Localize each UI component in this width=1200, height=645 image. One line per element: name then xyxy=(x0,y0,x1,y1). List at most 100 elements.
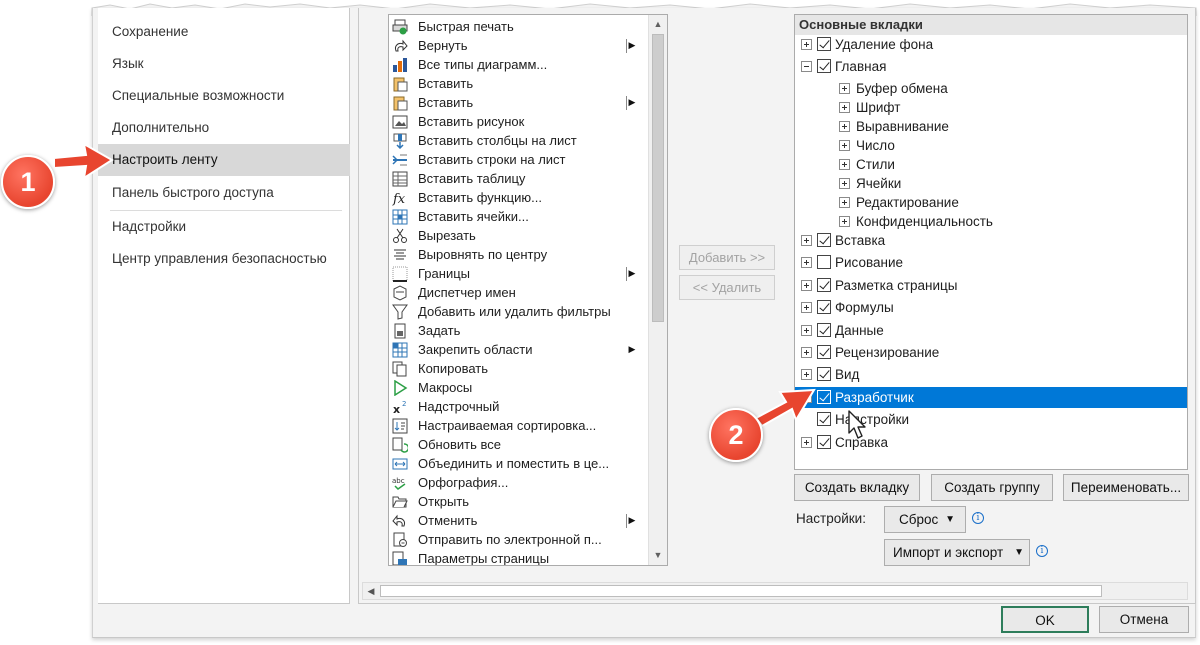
remove-button[interactable]: << Удалить xyxy=(679,275,775,300)
ribbon-tab-node[interactable]: Удаление фона xyxy=(795,34,1187,55)
command-list-item[interactable]: Выровнять по центру xyxy=(389,245,651,264)
sidebar-item-save[interactable]: Сохранение xyxy=(98,16,350,48)
command-list-item[interactable]: x 2 Надстрочный xyxy=(389,397,651,416)
ribbon-tab-node[interactable]: Главная xyxy=(795,56,1187,77)
tab-checkbox[interactable] xyxy=(817,389,831,404)
expand-icon[interactable] xyxy=(839,102,850,113)
expand-icon[interactable] xyxy=(839,197,850,208)
sidebar-item-language[interactable]: Язык xyxy=(98,48,350,80)
new-tab-button[interactable]: Создать вкладку xyxy=(794,474,920,501)
tab-checkbox[interactable] xyxy=(817,59,831,73)
command-list-item[interactable]: Открыть xyxy=(389,492,651,511)
ribbon-group-node[interactable]: Число xyxy=(795,135,1187,156)
command-list-item[interactable]: Добавить или удалить фильтры xyxy=(389,302,651,321)
expand-icon[interactable] xyxy=(839,178,850,189)
sidebar-item-accessibility[interactable]: Специальные возможности xyxy=(98,80,350,112)
command-list-item[interactable]: Диспетчер имен xyxy=(389,283,651,302)
command-list-item[interactable]: Настраиваемая сортировка... xyxy=(389,416,651,435)
tab-checkbox[interactable] xyxy=(817,277,831,292)
command-list-item[interactable]: fx Вставить функцию... xyxy=(389,188,651,207)
expand-icon[interactable] xyxy=(801,369,812,381)
expand-icon[interactable] xyxy=(801,324,812,336)
command-list-item[interactable]: Границы ▶ xyxy=(389,264,651,283)
command-list-item[interactable]: Все типы диаграмм... xyxy=(389,55,651,74)
tab-checkbox[interactable] xyxy=(817,345,831,359)
ribbon-tab-node[interactable]: Разработчик xyxy=(795,386,1187,408)
ribbon-group-node[interactable]: Конфиденциальность xyxy=(795,211,1187,232)
info-icon[interactable]: i xyxy=(1036,545,1048,557)
scrollbar-thumb[interactable] xyxy=(380,585,1102,597)
tab-checkbox[interactable] xyxy=(817,300,831,315)
tab-checkbox[interactable] xyxy=(817,233,831,247)
expand-icon[interactable] xyxy=(839,140,850,151)
scroll-left-arrow-icon[interactable]: ◀ xyxy=(363,583,379,599)
scroll-down-arrow-icon[interactable]: ▼ xyxy=(649,546,667,564)
tab-checkbox[interactable] xyxy=(817,434,831,449)
command-list-item[interactable]: Вставить строки на лист xyxy=(389,150,651,169)
tab-checkbox[interactable] xyxy=(817,255,831,270)
ribbon-group-node[interactable]: Буфер обмена xyxy=(795,78,1187,99)
new-group-button[interactable]: Создать группу xyxy=(931,474,1053,501)
tab-checkbox[interactable] xyxy=(817,322,831,337)
ribbon-group-node[interactable]: Шрифт xyxy=(795,97,1187,118)
command-list-item[interactable]: Отправить по электронной п... xyxy=(389,530,651,549)
command-list-item[interactable]: Вставить xyxy=(389,74,651,93)
command-list-item[interactable]: Обновить все xyxy=(389,435,651,454)
command-list-item[interactable]: Копировать xyxy=(389,359,651,378)
ribbon-tab-node[interactable]: Рецензирование xyxy=(795,342,1187,363)
expand-icon[interactable] xyxy=(801,302,812,314)
expand-icon[interactable] xyxy=(801,39,812,50)
scrollbar-thumb[interactable] xyxy=(652,34,664,322)
sidebar-item-addins[interactable]: Надстройки xyxy=(98,211,350,243)
tab-checkbox[interactable] xyxy=(817,367,831,382)
ribbon-tabs-tree[interactable]: Основные вкладки Удаление фона Главная Буф… xyxy=(794,14,1188,470)
command-list-item[interactable]: Вырезать xyxy=(389,226,651,245)
expand-icon[interactable] xyxy=(839,159,850,170)
ribbon-group-node[interactable]: Редактирование xyxy=(795,192,1187,213)
ok-button[interactable]: OK xyxy=(1001,606,1089,633)
ribbon-tab-node[interactable]: Формулы xyxy=(795,297,1187,318)
sidebar-item-customize-ribbon[interactable]: Настроить ленту xyxy=(98,144,350,176)
command-list-item[interactable]: Объединить и поместить в це... xyxy=(389,454,651,473)
add-button[interactable]: Добавить >> xyxy=(679,245,775,270)
expand-icon[interactable] xyxy=(801,347,812,358)
command-list-item[interactable]: Закрепить области ▶ xyxy=(389,340,651,359)
command-list-item[interactable]: Вставить столбцы на лист xyxy=(389,131,651,150)
panel-horizontal-scrollbar[interactable]: ◀ xyxy=(362,582,1188,600)
expand-icon[interactable] xyxy=(801,279,812,291)
command-list-item[interactable]: Вставить таблицу xyxy=(389,169,651,188)
command-list-item[interactable]: Вставить ячейки... xyxy=(389,207,651,226)
scroll-up-arrow-icon[interactable]: ▲ xyxy=(649,15,667,33)
rename-button[interactable]: Переименовать... xyxy=(1063,474,1189,501)
command-list-item[interactable]: Быстрая печать xyxy=(389,17,651,36)
expand-icon[interactable] xyxy=(839,83,850,94)
ribbon-tab-node[interactable]: Рисование xyxy=(795,252,1187,273)
command-list-item[interactable]: Вставить ▶ xyxy=(389,93,651,112)
tab-checkbox[interactable] xyxy=(817,37,831,51)
command-list-item[interactable]: abc Орфография... xyxy=(389,473,651,492)
expand-icon[interactable] xyxy=(839,216,850,227)
ribbon-group-node[interactable]: Ячейки xyxy=(795,173,1187,194)
cancel-button[interactable]: Отмена xyxy=(1099,606,1189,633)
info-icon[interactable]: i xyxy=(972,512,984,524)
ribbon-tab-node[interactable]: Вид xyxy=(795,364,1187,385)
sidebar-item-advanced[interactable]: Дополнительно xyxy=(98,112,350,144)
ribbon-group-node[interactable]: Стили xyxy=(795,154,1187,175)
expand-icon[interactable] xyxy=(839,121,850,132)
command-list-item[interactable]: Задать xyxy=(389,321,651,340)
expand-icon[interactable] xyxy=(801,235,812,246)
import-export-dropdown[interactable]: Импорт и экспорт ▼ xyxy=(884,539,1030,566)
ribbon-tab-node[interactable]: Вставка xyxy=(795,230,1187,251)
commands-list[interactable]: Быстрая печать Вернуть ▶ Все типы диаграмм.… xyxy=(388,14,668,566)
expand-icon[interactable] xyxy=(801,257,812,269)
ribbon-group-node[interactable]: Выравнивание xyxy=(795,116,1187,137)
sidebar-item-trust-center[interactable]: Центр управления безопасностью xyxy=(98,243,350,275)
expand-icon[interactable] xyxy=(801,436,812,448)
reset-dropdown[interactable]: Сброс ▼ xyxy=(884,506,966,533)
collapse-icon[interactable] xyxy=(801,61,812,72)
sidebar-item-quick-access-toolbar[interactable]: Панель быстрого доступа xyxy=(98,177,350,209)
command-list-item[interactable]: Вставить рисунок xyxy=(389,112,651,131)
command-list-item[interactable]: Вернуть ▶ xyxy=(389,36,651,55)
command-list-item[interactable]: Макросы xyxy=(389,378,651,397)
ribbon-tab-node[interactable]: Данные xyxy=(795,320,1187,341)
